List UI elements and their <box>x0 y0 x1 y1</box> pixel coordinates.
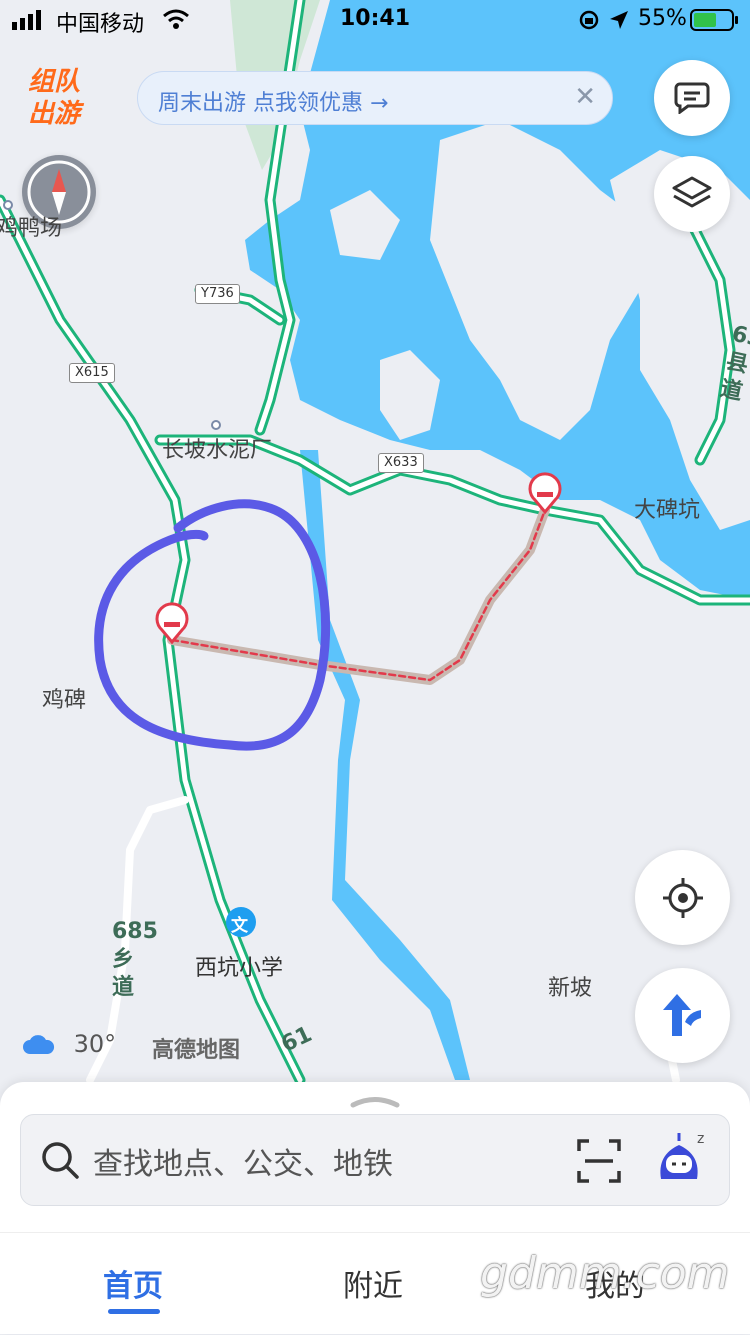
search-icon <box>42 1142 79 1179</box>
tab-home[interactable]: 首页 <box>103 1261 163 1305</box>
close-icon[interactable]: ✕ <box>574 82 596 112</box>
weather-widget[interactable]: 30° <box>22 1030 116 1058</box>
battery-percent: 55% <box>638 6 687 31</box>
route-button[interactable] <box>635 968 730 1063</box>
assistant-bot-icon[interactable]: z <box>655 1127 711 1191</box>
svg-text:z: z <box>697 1131 704 1147</box>
tab-nearby[interactable]: 附近 <box>343 1261 403 1305</box>
school-badge: 文 <box>231 916 248 936</box>
road-sign-x615: X615 <box>69 363 115 383</box>
search-input[interactable]: 查找地点、公交、地铁 <box>93 1139 393 1183</box>
location-arrow-icon <box>610 11 628 29</box>
route-arrow-icon <box>663 994 701 1036</box>
place-label-xikeng-school[interactable]: 西坑小学 <box>195 950 283 982</box>
place-label-jiyachang[interactable]: 鸡鸭场 <box>0 210 62 242</box>
message-button[interactable] <box>654 60 730 136</box>
place-label-jibei[interactable]: 鸡碑 <box>42 682 86 714</box>
rotation-lock-icon <box>579 10 599 30</box>
chat-icon <box>674 82 710 114</box>
watermark: gdmm.com <box>480 1248 730 1299</box>
place-label-dabeikeng[interactable]: 大碑坑 <box>634 492 700 524</box>
place-label-changpo[interactable]: 长坡水泥厂 <box>162 432 272 464</box>
cloud-icon <box>23 1035 55 1054</box>
promo-banner[interactable]: 周末出游 点我领优惠 → ✕ <box>137 71 613 125</box>
place-label-xinpo[interactable]: 新坡 <box>548 970 592 1002</box>
layers-icon <box>672 176 712 208</box>
promo-text: 周末出游 点我领优惠 → <box>158 91 389 116</box>
chevron-up-icon[interactable] <box>350 1092 400 1108</box>
tab-active-indicator <box>108 1309 160 1314</box>
road-label-xiang: 685乡道 <box>112 919 158 1000</box>
search-bar[interactable]: 查找地点、公交、地铁 z <box>20 1114 730 1206</box>
team-trip-logo[interactable]: 组队 出游 <box>28 66 80 130</box>
map-brand: 高德地图 <box>152 1038 241 1063</box>
battery-icon <box>690 9 738 31</box>
weather-temp: 30° <box>73 1030 117 1058</box>
crosshair-icon <box>663 878 703 918</box>
status-bar: 中国移动 10:41 55% <box>0 0 750 40</box>
scan-icon[interactable] <box>577 1139 621 1183</box>
road-sign-y736: Y736 <box>195 284 240 304</box>
road-sign-x633: X633 <box>378 453 424 473</box>
layers-button[interactable] <box>654 156 730 232</box>
locate-button[interactable] <box>635 850 730 945</box>
